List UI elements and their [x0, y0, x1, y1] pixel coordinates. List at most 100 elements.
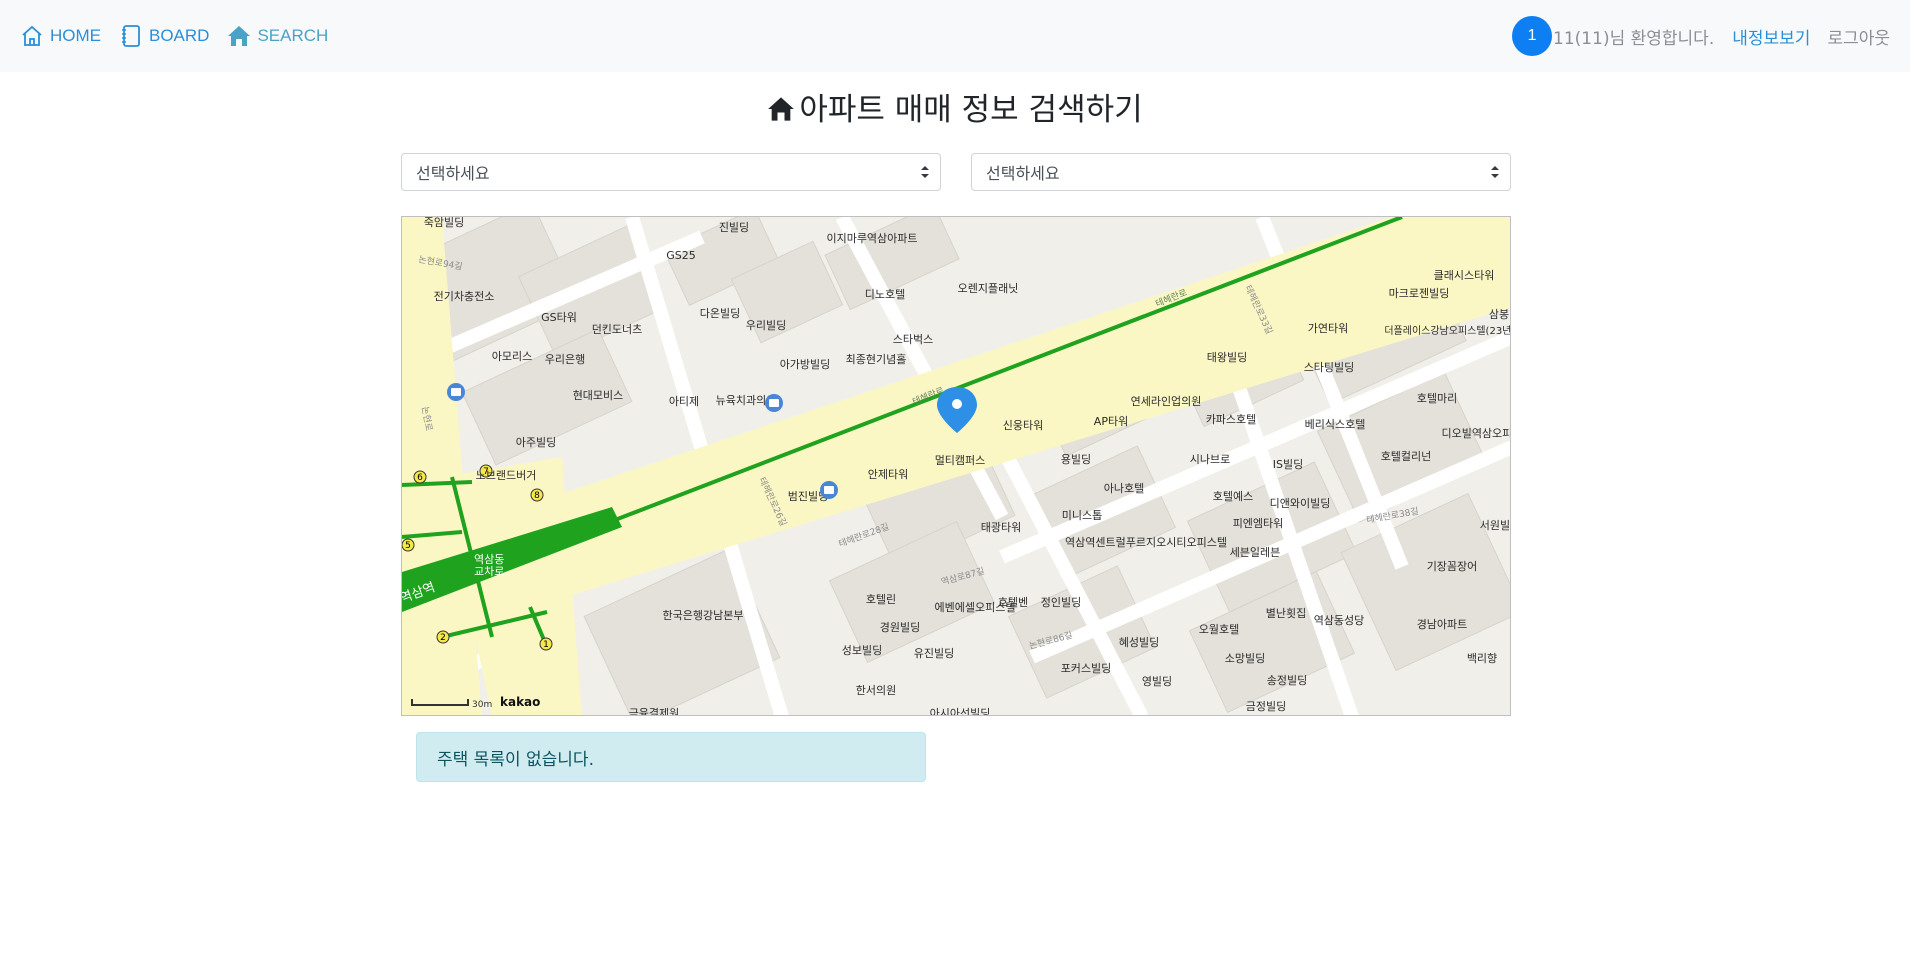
svg-text:5: 5	[405, 541, 411, 551]
svg-text:태광타워: 태광타워	[981, 521, 1021, 534]
svg-text:금융결제원: 금융결제원	[629, 707, 680, 716]
top-navbar: HOME BOARD SEARCH 1 11(11)님 환영합니다. 내정보보기…	[0, 0, 1910, 72]
svg-text:아티제: 아티제	[669, 395, 699, 408]
svg-text:죽암빌딩: 죽암빌딩	[424, 217, 464, 229]
svg-text:최종현기념홀: 최종현기념홀	[846, 353, 907, 366]
svg-text:다온빌딩: 다온빌딩	[700, 307, 740, 320]
svg-text:현대모비스: 현대모비스	[573, 389, 624, 402]
svg-text:별난횟집: 별난횟집	[1266, 607, 1306, 620]
svg-text:혜성빌딩: 혜성빌딩	[1119, 636, 1159, 649]
svg-text:6: 6	[417, 473, 423, 483]
welcome-text: 11(11)님 환영합니다.	[1553, 28, 1715, 49]
svg-text:AP타워: AP타워	[1094, 415, 1128, 428]
svg-text:아시아선빌딩: 아시아선빌딩	[930, 707, 991, 716]
svg-text:호텔린: 호텔린	[866, 593, 896, 606]
region-select-1[interactable]: 선택하세요	[401, 153, 941, 191]
svg-text:호텔예스: 호텔예스	[1213, 490, 1253, 503]
svg-text:태왕빌딩: 태왕빌딩	[1207, 351, 1247, 364]
svg-text:역삼역센트럴푸르지오시티오피스텔: 역삼역센트럴푸르지오시티오피스텔	[1065, 536, 1227, 549]
svg-text:미니스톱: 미니스톱	[1062, 509, 1102, 522]
svg-text:신웅타워: 신웅타워	[1003, 419, 1043, 432]
svg-text:스타팅빌딩: 스타팅빌딩	[1304, 361, 1355, 374]
region-select-2[interactable]: 선택하세요	[971, 153, 1511, 191]
user-area: 1 11(11)님 환영합니다. 내정보보기 로그아웃	[1512, 0, 1890, 72]
svg-text:한서의원: 한서의원	[856, 684, 896, 697]
svg-text:피엔엠타워: 피엔엠타워	[1233, 517, 1284, 530]
svg-text:아주빌딩: 아주빌딩	[516, 436, 556, 449]
svg-text:송정빌딩: 송정빌딩	[1267, 674, 1307, 687]
svg-text:오렌지플래닛: 오렌지플래닛	[958, 282, 1019, 295]
user-badge: 1	[1512, 16, 1553, 56]
empty-result-alert: 주택 목록이 없습니다.	[416, 732, 926, 782]
myinfo-link[interactable]: 내정보보기	[1732, 24, 1810, 49]
svg-text:디노호텔: 디노호텔	[865, 288, 905, 301]
svg-text:기장꼼장어: 기장꼼장어	[1427, 560, 1478, 573]
nav-home-label: HOME	[50, 26, 101, 45]
svg-text:1: 1	[543, 640, 549, 650]
notebook-icon	[122, 25, 140, 47]
svg-text:아나호텔: 아나호텔	[1104, 482, 1144, 495]
page-title-text: 아파트 매매 정보 검색하기	[799, 92, 1143, 128]
svg-text:노브랜드버거: 노브랜드버거	[476, 469, 537, 482]
svg-text:더플레이스강남오피스텔(23년01월예정): 더플레이스강남오피스텔(23년01월예정)	[1384, 325, 1511, 337]
svg-text:8: 8	[534, 491, 540, 501]
select-caret-icon	[921, 166, 929, 178]
svg-text:아모리스: 아모리스	[492, 350, 532, 363]
house-icon	[768, 97, 795, 121]
svg-text:호텔컬리넌: 호텔컬리넌	[1381, 450, 1432, 463]
svg-text:가연타워: 가연타워	[1308, 322, 1348, 335]
svg-text:경남아파트: 경남아파트	[1417, 618, 1468, 631]
svg-text:성보빌딩: 성보빌딩	[842, 644, 882, 657]
svg-text:유진빌딩: 유진빌딩	[914, 647, 954, 660]
svg-text:세븐일레븐: 세븐일레븐	[1230, 545, 1281, 559]
nav-links: HOME BOARD SEARCH	[20, 24, 328, 48]
svg-text:전기차충전소: 전기차충전소	[434, 290, 495, 303]
map-canvas[interactable]: 6 7 8 5 2 1 역삼역 역삼동 교차로 논현로94길 논현로 테헤란로 …	[402, 217, 1511, 716]
nav-board-label: BOARD	[149, 26, 210, 45]
nav-search-label: SEARCH	[257, 26, 329, 45]
svg-text:호텔마리: 호텔마리	[1417, 392, 1457, 405]
svg-text:금정빌딩: 금정빌딩	[1246, 700, 1286, 713]
svg-text:카파스호텔: 카파스호텔	[1206, 413, 1257, 426]
svg-text:삼봉: 삼봉	[1489, 308, 1509, 321]
svg-text:영빌딩: 영빌딩	[1142, 675, 1172, 688]
svg-text:클래시스타워: 클래시스타워	[1434, 269, 1495, 282]
svg-text:2: 2	[440, 633, 446, 643]
svg-text:한국은행강남본부: 한국은행강남본부	[663, 609, 744, 622]
svg-text:던킨도너츠: 던킨도너츠	[592, 323, 643, 336]
svg-text:GS타워: GS타워	[541, 311, 577, 324]
region-select-1-value: 선택하세요	[416, 164, 490, 183]
svg-text:연세라인업의원: 연세라인업의원	[1131, 395, 1202, 408]
svg-text:이지마루역삼아파트: 이지마루역삼아파트	[826, 232, 917, 245]
nav-search-link[interactable]: SEARCH	[227, 24, 328, 48]
station-label-3: 교차로	[474, 565, 504, 578]
home-icon	[22, 25, 42, 46]
svg-text:30m: 30m	[472, 700, 492, 710]
svg-text:베리식스호텔: 베리식스호텔	[1305, 418, 1366, 431]
svg-text:안제타워: 안제타워	[868, 468, 908, 481]
svg-text:진빌딩: 진빌딩	[719, 221, 749, 234]
svg-text:오월호텔: 오월호텔	[1199, 623, 1239, 636]
logout-link[interactable]: 로그아웃	[1827, 24, 1890, 49]
svg-text:백리향: 백리향	[1467, 652, 1497, 665]
svg-text:IS빌딩: IS빌딩	[1273, 458, 1303, 471]
svg-text:정인빌딩: 정인빌딩	[1041, 596, 1081, 609]
kakao-logo: kakao	[500, 695, 540, 709]
svg-text:소망빌딩: 소망빌딩	[1225, 652, 1265, 665]
svg-text:경원빌딩: 경원빌딩	[880, 621, 920, 634]
svg-text:우리빌딩: 우리빌딩	[746, 319, 786, 332]
map-view[interactable]: 6 7 8 5 2 1 역삼역 역삼동 교차로 논현로94길 논현로 테헤란로 …	[401, 216, 1511, 716]
svg-text:시나브로: 시나브로	[1190, 453, 1230, 466]
svg-text:포커스빌딩: 포커스빌딩	[1061, 662, 1112, 675]
nav-home-link[interactable]: HOME	[20, 24, 101, 48]
empty-result-message: 주택 목록이 없습니다.	[437, 749, 594, 770]
svg-text:마크로젠빌딩: 마크로젠빌딩	[1389, 287, 1450, 300]
svg-text:GS25: GS25	[666, 249, 696, 262]
svg-text:용빌딩: 용빌딩	[1061, 453, 1091, 466]
house-fill-icon	[228, 26, 251, 46]
select-caret-icon	[1491, 166, 1499, 178]
svg-text:아가방빌딩: 아가방빌딩	[780, 358, 831, 371]
nav-board-link[interactable]: BOARD	[119, 24, 209, 48]
svg-text:호텔벤: 호텔벤	[998, 596, 1028, 609]
svg-text:역삼동성당: 역삼동성당	[1314, 614, 1365, 627]
